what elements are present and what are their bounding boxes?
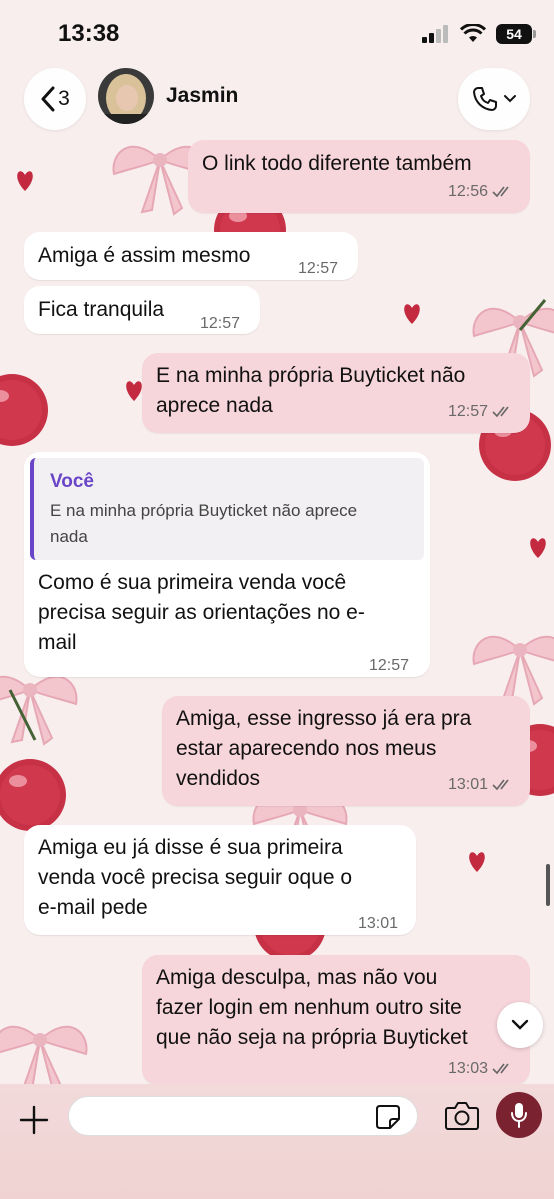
cellular-signal-icon: [422, 25, 448, 43]
message-timestamp: 12:57: [200, 315, 241, 332]
unread-count: 3: [58, 87, 70, 110]
message-bubble-incoming[interactable]: Fica tranquila 12:57: [24, 286, 260, 334]
scrollbar-thumb[interactable]: [546, 864, 550, 906]
attach-button[interactable]: [16, 1102, 52, 1138]
wifi-icon: [460, 24, 486, 42]
message-bubble-outgoing[interactable]: E na minha própria Buyticket não aprece …: [142, 353, 530, 433]
message-bubble-outgoing[interactable]: Amiga, esse ingresso já era pra estar ap…: [162, 696, 530, 806]
message-bubble-incoming-reply[interactable]: Você E na minha própria Buyticket não ap…: [24, 452, 430, 677]
message-time: 13:01: [448, 770, 514, 800]
message-time: 12:56: [448, 177, 514, 207]
call-button[interactable]: [458, 68, 530, 130]
double-check-icon: [492, 1063, 509, 1075]
message-timestamp: 13:03: [447, 1060, 488, 1077]
message-bubble-incoming[interactable]: Amiga eu já disse é sua primeira venda v…: [24, 825, 416, 935]
avatar[interactable]: [98, 68, 154, 124]
status-time: 13:38: [58, 20, 120, 47]
battery-indicator: 54: [496, 24, 536, 44]
message-timestamp: 12:56: [447, 183, 488, 200]
double-check-icon: [492, 779, 509, 791]
chevron-down-icon: [511, 1019, 529, 1030]
double-check-icon: [492, 186, 509, 198]
message-bubble-incoming[interactable]: Amiga é assim mesmo 12:57: [24, 232, 358, 280]
avatar-image: [98, 68, 154, 124]
message-timestamp: 12:57: [298, 260, 339, 277]
message-text: O link todo diferente também: [202, 152, 472, 175]
plus-icon: [19, 1105, 49, 1135]
message-timestamp: 13:01: [358, 915, 399, 932]
status-icons: 54: [422, 24, 536, 44]
message-time: 13:03: [448, 1054, 514, 1084]
message-input[interactable]: [68, 1096, 418, 1136]
message-timestamp: 12:57: [369, 657, 410, 674]
message-bubble-outgoing[interactable]: Amiga desculpa, mas não vou fazer login …: [142, 955, 530, 1085]
back-button[interactable]: 3: [24, 68, 86, 130]
microphone-button[interactable]: [496, 1092, 542, 1138]
message-timestamp: 13:01: [447, 776, 488, 793]
message-bubble-outgoing[interactable]: O link todo diferente também 12:56: [188, 140, 530, 213]
status-bar: 13:38 54: [0, 0, 554, 70]
phone-icon: [473, 87, 497, 111]
chevron-down-icon: [504, 95, 516, 103]
chat-header: 3 Jasmin: [0, 62, 554, 142]
double-check-icon: [492, 406, 509, 418]
message-text: Amiga eu já disse é sua primeira venda v…: [38, 836, 353, 919]
sticker-icon[interactable]: [374, 1103, 402, 1131]
message-text: Como é sua primeira venda você precisa s…: [38, 571, 365, 654]
microphone-icon: [511, 1103, 527, 1128]
chevron-left-icon: [41, 86, 55, 112]
message-timestamp: 12:57: [447, 403, 488, 420]
quoted-text: E na minha própria Buyticket não aprece …: [50, 501, 358, 546]
message-time: 12:57: [448, 397, 514, 427]
message-composer: [0, 1084, 554, 1199]
quoted-author: Você: [50, 471, 95, 492]
message-text: Amiga desculpa, mas não vou fazer login …: [156, 966, 468, 1049]
contact-name[interactable]: Jasmin: [166, 84, 238, 108]
scroll-to-bottom-button[interactable]: [497, 1002, 543, 1048]
quoted-message[interactable]: Você E na minha própria Buyticket não ap…: [30, 458, 424, 560]
camera-icon[interactable]: [444, 1100, 480, 1132]
